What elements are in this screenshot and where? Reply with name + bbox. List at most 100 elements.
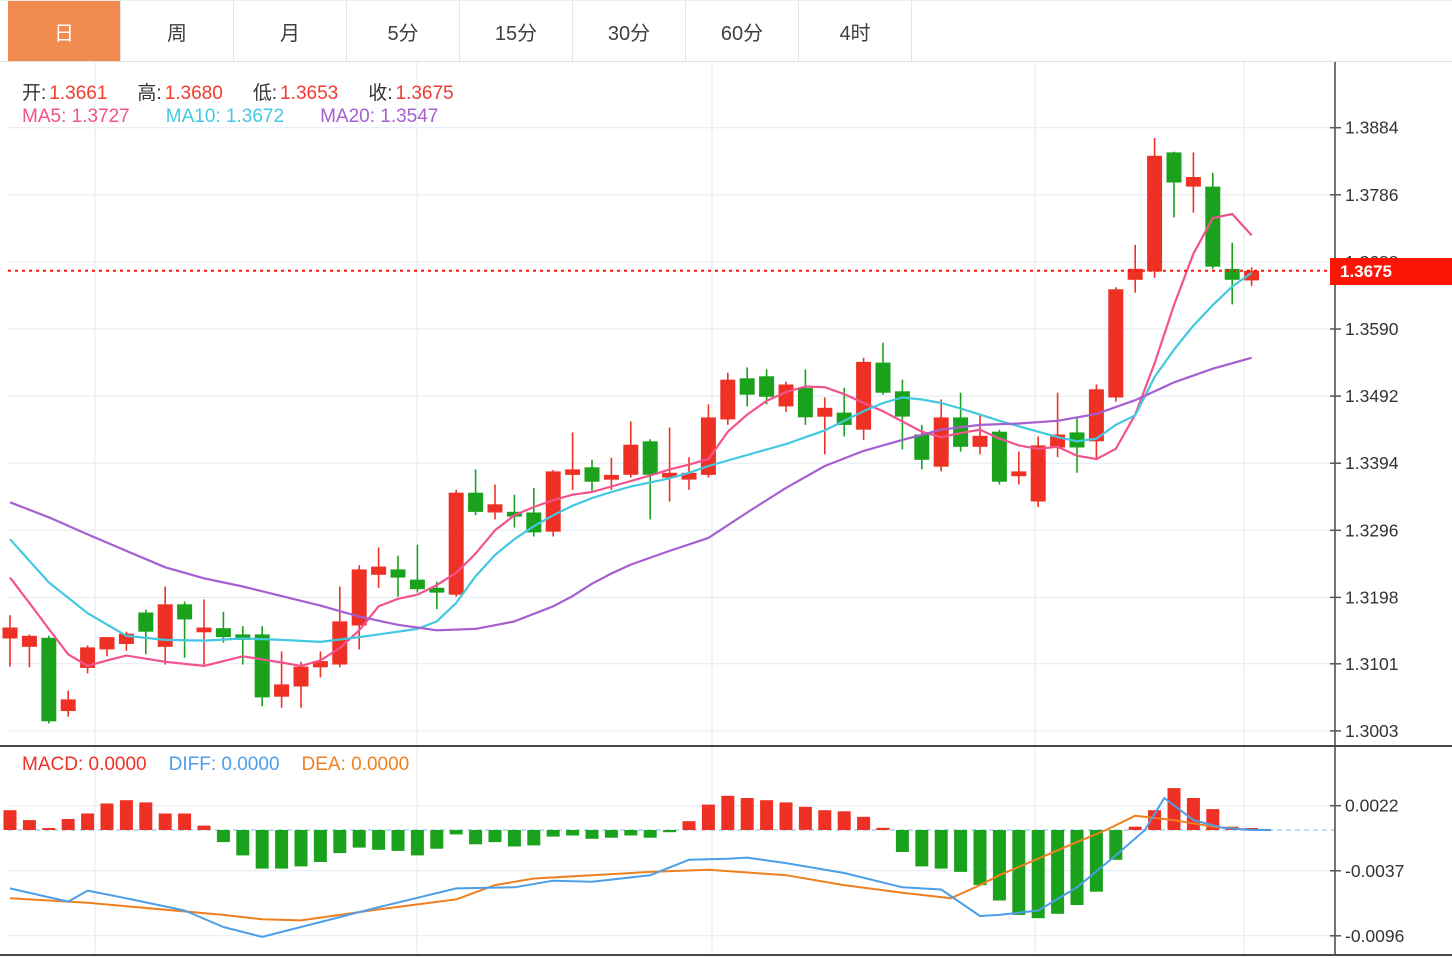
macd-bar — [333, 830, 347, 854]
macd-bar — [934, 830, 948, 869]
macd-bar — [255, 830, 269, 869]
macd-bar — [410, 830, 424, 856]
last-price-tag: 1.3675 — [1330, 258, 1452, 285]
macd-bar — [701, 804, 715, 830]
macd-bar — [1089, 830, 1103, 892]
ohlc-item: 开: 1.3661 — [22, 78, 107, 105]
ma20-legend-item: MA20: 1.3547 — [320, 106, 439, 127]
macd-bar — [42, 828, 56, 830]
kline-chart-app: 日周月5分15分30分60分4时 1.38841.37861.36881.359… — [0, 0, 1452, 958]
macd-bar — [876, 827, 890, 830]
macd-bar — [857, 816, 871, 830]
candle-body — [623, 444, 639, 475]
macd-bar — [798, 806, 812, 830]
ohlc-item-label: 低: — [252, 83, 278, 104]
grid-layer — [8, 62, 1335, 955]
price-axis-label: 1.3590 — [1345, 319, 1399, 339]
macd-bar — [992, 830, 1006, 901]
tab-min5[interactable]: 5分 — [347, 1, 460, 61]
macd-bar — [624, 830, 638, 836]
candle-body — [60, 699, 76, 711]
candle-body — [1166, 152, 1182, 183]
candle-body — [584, 467, 600, 482]
macd-bar — [81, 813, 95, 830]
candle-body — [196, 627, 212, 633]
macd-bar — [294, 830, 308, 867]
candle-body — [875, 362, 891, 393]
macd-bar — [3, 810, 17, 830]
tab-min15[interactable]: 15分 — [460, 1, 573, 61]
macd-bar — [663, 830, 677, 833]
candle-body — [138, 612, 154, 632]
candle-body — [274, 684, 290, 697]
macd-bar — [1031, 830, 1045, 919]
macd-bar — [22, 820, 36, 830]
candle-body — [1030, 445, 1046, 502]
macd-bar — [1186, 798, 1200, 830]
macd-bar — [100, 803, 114, 830]
ohlc-item-value: 1.3661 — [49, 83, 108, 104]
candle-body — [972, 435, 988, 447]
macd-bar — [585, 830, 599, 839]
macd-bar — [139, 802, 153, 830]
candle-body — [293, 666, 309, 687]
candle-body — [603, 474, 619, 480]
candle-body — [2, 627, 18, 639]
macd-bar — [61, 819, 75, 830]
macd-bar — [973, 830, 987, 886]
candle-body — [933, 417, 949, 467]
ohlc-item-value: 1.3675 — [395, 83, 454, 104]
ma20-line — [9, 356, 1252, 632]
macd-bar — [119, 800, 133, 830]
diff-legend-item: DIFF: 0.0000 — [168, 754, 280, 775]
candle-body — [390, 569, 406, 578]
last-price-value: 1.3675 — [1340, 261, 1392, 281]
macd-bar — [430, 830, 444, 849]
candle-body — [468, 492, 484, 512]
macd-bar — [895, 830, 909, 852]
candle-body — [371, 566, 387, 575]
chart-canvas[interactable]: 1.38841.37861.36881.35901.34921.33941.32… — [0, 0, 1452, 958]
macd-bar — [527, 830, 541, 846]
tab-min30[interactable]: 30分 — [573, 1, 686, 61]
tab-month[interactable]: 月 — [234, 1, 347, 61]
macd-bar — [469, 830, 483, 845]
y-axis: 1.38841.37861.36881.35901.34921.33941.32… — [1330, 62, 1404, 955]
ohlc-item-label: 开: — [22, 83, 47, 104]
macd-bar — [391, 830, 405, 851]
tab-day[interactable]: 日 — [8, 1, 121, 61]
macd-histogram-layer — [3, 788, 1259, 919]
macd-legend-item: MACD: 0.0000 — [22, 754, 147, 775]
ohlc-item-label: 高: — [137, 83, 162, 104]
tab-hour4[interactable]: 4时 — [799, 1, 912, 61]
candle-body — [856, 361, 872, 430]
ohlc-item-label: 收: — [368, 83, 393, 104]
macd-bar — [837, 811, 851, 830]
macd-bar — [197, 825, 211, 830]
candle-body — [21, 635, 37, 647]
macd-bar — [954, 830, 968, 872]
candle-body — [1185, 177, 1201, 187]
price-axis-label: 1.3786 — [1345, 185, 1399, 205]
candle-body — [797, 387, 813, 418]
tab-min60[interactable]: 60分 — [686, 1, 799, 61]
macd-bar — [721, 795, 735, 830]
candle-body — [739, 378, 755, 395]
candle-body — [41, 637, 57, 722]
macd-bar — [604, 830, 618, 838]
macd-bar — [1012, 830, 1026, 915]
candle-body — [1147, 155, 1163, 272]
macd-bar — [643, 830, 657, 838]
macd-bar — [915, 830, 929, 867]
macd-bar — [178, 813, 192, 830]
ma-legend: MA5: 1.3727 MA10: 1.3672 MA20: 1.3547 — [22, 106, 474, 128]
candle-body — [487, 504, 503, 513]
candle-body — [254, 634, 270, 698]
macd-axis-label: -0.0037 — [1345, 861, 1404, 881]
macd-bar — [275, 830, 289, 869]
macd-bar — [236, 830, 250, 856]
macd-bar — [682, 821, 696, 830]
ohlc-item-value: 1.3653 — [280, 83, 339, 104]
candle-body — [177, 604, 193, 620]
tab-week[interactable]: 周 — [121, 1, 234, 61]
